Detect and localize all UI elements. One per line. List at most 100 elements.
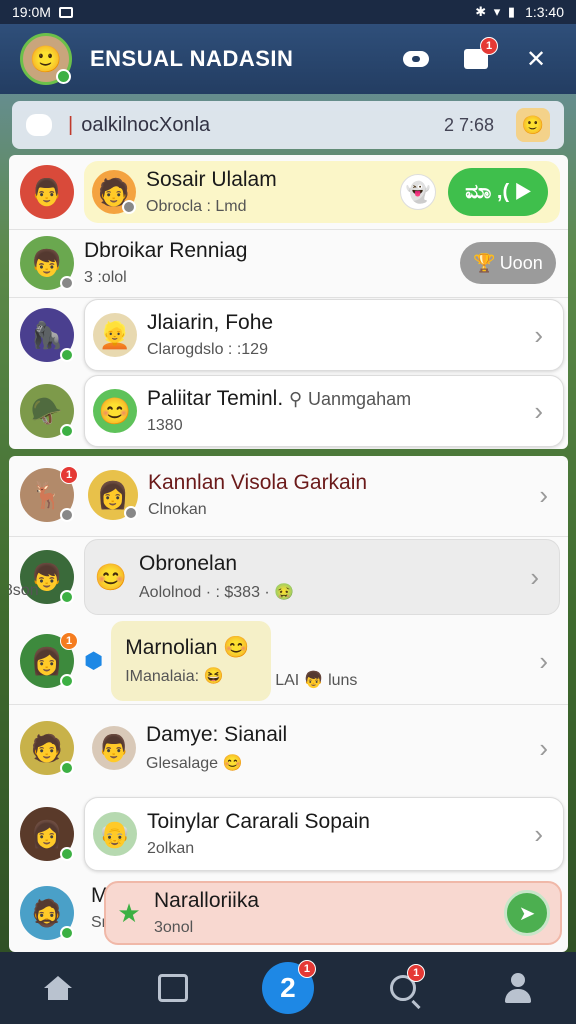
contact-message: Glesalage xyxy=(146,755,219,772)
avatar: 🦍 xyxy=(20,308,74,362)
send-button[interactable]: ➤ xyxy=(504,890,550,936)
chat-card[interactable]: 👴 Toinylar Cararali Sopain 2olkan › xyxy=(84,797,564,871)
contact-name-main: Marnolian xyxy=(125,636,218,659)
gamepad-button[interactable] xyxy=(396,39,436,79)
avatar: 👦 xyxy=(20,236,74,290)
chevron-right-icon: › xyxy=(539,645,548,676)
list-item[interactable]: 👦 😊 Obronelan 28sonAololnod · : $383 · 🤢… xyxy=(9,534,568,620)
status-dot-icon xyxy=(122,200,136,214)
screenshot-icon xyxy=(58,6,73,18)
avatar-emoji-icon: 👦 xyxy=(303,672,324,689)
list-item[interactable]: 👩 1 ⬢ Marnolian 😊 IManalaia: 😆 LAI 👦 luns… xyxy=(9,620,568,702)
list-item[interactable]: 🧔 M Sn ★ Naralloriika 3onol ➤ xyxy=(9,874,568,952)
contact-game: Uanmgaham xyxy=(308,389,412,409)
search-count: 2 7:68 xyxy=(443,114,494,135)
chevron-right-icon: › xyxy=(534,818,543,849)
chevron-right-icon: › xyxy=(534,395,543,426)
contact-name: Jlaiarin, Fohe xyxy=(147,311,274,334)
ghost-icon: 👻 xyxy=(400,174,436,210)
chat-button[interactable]: 1 xyxy=(456,37,498,79)
star-icon: ★ xyxy=(117,897,141,928)
nav-profile[interactable] xyxy=(488,958,548,1018)
contact-message: Aololnod · : $383 · xyxy=(139,584,270,601)
join-label: Uoon xyxy=(499,252,543,273)
status-dot-icon xyxy=(60,348,74,362)
avatar: 😊 xyxy=(93,389,137,433)
chat-card[interactable]: 😊 Paliitar Teminl. ⚲ Uanmgaham 1380 › xyxy=(84,375,564,447)
avatar: 🧑 xyxy=(92,170,136,214)
contact-name: Naralloriika xyxy=(154,889,260,912)
emoji-button[interactable]: 🙂 xyxy=(516,108,550,142)
call-button[interactable]: ಮಾ ,( ▶ xyxy=(448,168,548,216)
chat-card[interactable]: 😊 Obronelan 28sonAololnod · : $383 · 🤢 › xyxy=(9,539,560,615)
close-icon: ✕ xyxy=(525,45,547,73)
contact-status: Obrocla : Lmd xyxy=(146,198,247,215)
avatar: 👴 xyxy=(93,812,137,856)
chat-card[interactable]: ★ Naralloriika 3onol ➤ xyxy=(104,881,562,945)
messages-panel: 🦌 1 👩 Kannlan Visola Garkain Clnokan › 👦 … xyxy=(9,456,568,952)
status-dot-icon xyxy=(60,424,74,438)
send-icon: ➤ xyxy=(518,902,536,925)
contact-status: IManalaia: 😆 xyxy=(125,666,271,686)
cursor-icon: | xyxy=(68,113,74,136)
smile-icon: 😊 xyxy=(94,561,128,592)
sick-emoji-icon: 🤢 xyxy=(274,584,295,601)
center-badge: 1 xyxy=(297,960,316,978)
contact-name: Obronelan xyxy=(139,552,238,575)
list-item[interactable]: 👩 👴 Toinylar Cararali Sopain 2olkan › xyxy=(9,794,568,874)
contact-status: 3 :olol xyxy=(84,269,127,286)
person-icon xyxy=(503,973,533,1003)
online-indicator-icon xyxy=(56,69,71,84)
contact-message: IManalaia: xyxy=(125,668,200,685)
chat-card[interactable]: 🧑 Sosair Ulalam Obrocla : Lmd 👻 ಮಾ ,( ▶ xyxy=(84,161,560,223)
smile-emoji-icon: 😊 xyxy=(222,755,243,772)
home-icon xyxy=(43,976,72,1000)
list-item[interactable]: 🪖 😊 Paliitar Teminl. ⚲ Uanmgaham 1380 › xyxy=(9,373,568,449)
contact-status: Glesalage 😊 xyxy=(146,753,539,773)
contact-name: Dbroikar Renniag xyxy=(84,239,248,262)
profile-avatar[interactable]: 🙂 xyxy=(20,33,72,85)
smile-emoji-icon: 😊 xyxy=(223,636,250,659)
avatar: 🦌 1 xyxy=(20,466,78,522)
avatar: 🧔 xyxy=(20,886,74,940)
search-input[interactable] xyxy=(81,113,444,137)
list-item[interactable]: 🦌 1 👩 Kannlan Visola Garkain Clnokan › xyxy=(9,456,568,534)
chevron-right-icon: › xyxy=(539,732,548,763)
contact-name: Damye: Sianail xyxy=(146,723,288,746)
unread-badge: 1 xyxy=(60,466,78,484)
contact-status: 1380 xyxy=(147,417,183,434)
contact-status: Clnokan xyxy=(148,501,207,518)
app-header: 🙂 ENSUAL NADASIN 1 ✕ xyxy=(0,24,576,94)
nav-search[interactable]: 1 xyxy=(373,958,433,1018)
trophy-icon: 🏆 xyxy=(473,252,496,273)
gamepad-icon xyxy=(403,51,429,67)
contact-status: 2olkan xyxy=(147,840,195,857)
join-button[interactable]: 🏆 Uoon xyxy=(460,242,556,284)
friends-panel: 👨 🧑 Sosair Ulalam Obrocla : Lmd 👻 ಮಾ ,( … xyxy=(9,155,568,449)
avatar: 👩 xyxy=(20,807,74,861)
contact-name: Kannlan Visola Garkain xyxy=(148,471,368,494)
chat-card[interactable]: 👱 Jlaiarin, Fohe Clarogdslo : :129 › xyxy=(84,299,564,371)
status-time-right: 1:3:40 xyxy=(525,4,564,20)
avatar: 👨 xyxy=(20,165,74,219)
center-button[interactable]: 21 xyxy=(261,960,316,1014)
list-item[interactable]: 👦 Dbroikar Renniag 3 :olol 🏆 Uoon xyxy=(9,229,568,297)
messages-icon xyxy=(157,974,188,1002)
signal-icons: ✱ ▾ ▮ xyxy=(475,4,518,19)
list-item[interactable]: 🧑 👨 Damye: Sianail Glesalage 😊 › xyxy=(9,702,568,794)
chat-card[interactable]: Marnolian 😊 IManalaia: 😆 xyxy=(111,621,272,701)
status-dot-icon xyxy=(60,926,74,940)
contact-name-main: Paliitar Teminl. xyxy=(147,387,284,410)
list-item[interactable]: 👨 🧑 Sosair Ulalam Obrocla : Lmd 👻 ಮಾ ,( … xyxy=(9,155,568,229)
status-dot-icon xyxy=(124,506,138,520)
avatar: 👩 xyxy=(88,470,138,520)
nav-home[interactable] xyxy=(28,958,88,1018)
close-button[interactable]: ✕ xyxy=(516,39,556,79)
nav-center[interactable]: 21 xyxy=(258,958,318,1018)
nav-messages[interactable] xyxy=(143,958,203,1018)
contact-message-extra2: luns xyxy=(328,672,358,689)
chevron-right-icon: › xyxy=(530,561,539,592)
status-dot-icon xyxy=(60,276,74,290)
list-item[interactable]: 🦍 👱 Jlaiarin, Fohe Clarogdslo : :129 › xyxy=(9,297,568,373)
avatar: 👩 1 xyxy=(20,632,78,688)
